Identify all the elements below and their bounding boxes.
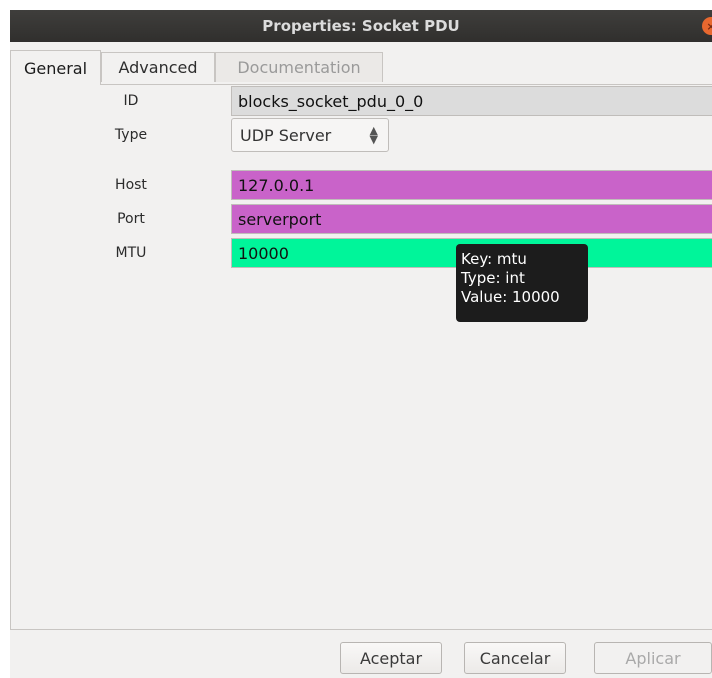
id-field[interactable]: blocks_socket_pdu_0_0 xyxy=(231,86,712,116)
general-panel: ID blocks_socket_pdu_0_0 Type UDP Server… xyxy=(10,84,712,630)
id-label: ID xyxy=(123,93,139,109)
select-arrows-icon: ▲ ▼ xyxy=(369,124,378,146)
port-label: Port xyxy=(117,211,145,227)
apply-button: Aplicar xyxy=(594,642,712,674)
cancel-button[interactable]: Cancelar xyxy=(464,642,566,674)
accept-button[interactable]: Aceptar xyxy=(340,642,442,674)
tab-bar: General Advanced Documentation xyxy=(10,50,712,85)
host-label: Host xyxy=(115,177,147,193)
port-row: Port serverport xyxy=(11,204,712,234)
tooltip-key: Key: mtu xyxy=(461,250,527,268)
type-select[interactable]: UDP Server ▲ ▼ xyxy=(231,118,389,152)
mtu-row: MTU 10000 xyxy=(11,238,712,268)
window-title: Properties: Socket PDU xyxy=(262,17,460,35)
id-row: ID blocks_socket_pdu_0_0 xyxy=(11,86,712,116)
host-field[interactable]: 127.0.0.1 xyxy=(231,170,712,200)
tab-documentation: Documentation xyxy=(215,52,383,82)
host-row: Host 127.0.0.1 xyxy=(11,170,712,200)
type-row: Type UDP Server ▲ ▼ xyxy=(11,118,712,152)
tab-general[interactable]: General xyxy=(10,50,101,85)
type-label: Type xyxy=(114,127,148,143)
tab-advanced[interactable]: Advanced xyxy=(101,52,215,82)
tooltip-type: Type: int xyxy=(461,269,525,287)
port-field[interactable]: serverport xyxy=(231,204,712,234)
title-bar[interactable]: Properties: Socket PDU × xyxy=(10,10,712,42)
properties-dialog: Properties: Socket PDU × General Advance… xyxy=(10,10,712,678)
close-icon[interactable]: × xyxy=(702,17,712,35)
mtu-label: MTU xyxy=(115,245,147,261)
mtu-tooltip: Key: mtu Type: int Value: 10000 xyxy=(456,244,588,322)
tooltip-value: Value: 10000 xyxy=(461,288,560,306)
type-select-value: UDP Server xyxy=(240,125,332,145)
